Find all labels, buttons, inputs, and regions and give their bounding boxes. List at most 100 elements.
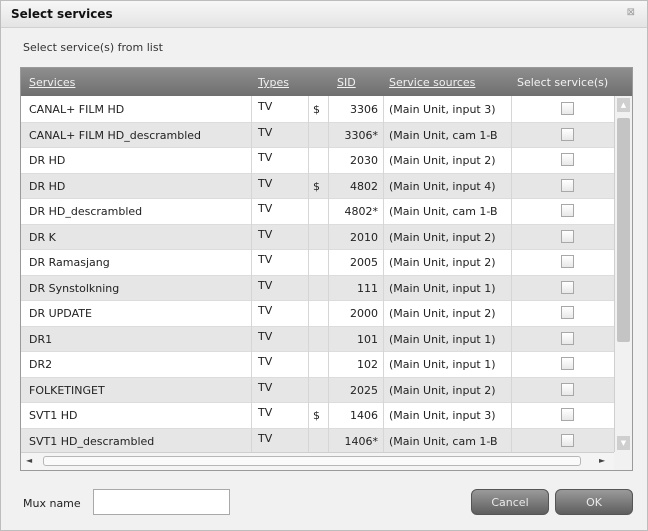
dialog-titlebar: Select services ⊠ xyxy=(1,1,647,28)
select-service-checkbox[interactable] xyxy=(561,153,574,166)
select-service-checkbox[interactable] xyxy=(561,408,574,421)
ok-button[interactable]: OK xyxy=(555,489,633,515)
select-services-dialog: Select services ⊠ Select service(s) from… xyxy=(0,0,648,531)
column-header-sources[interactable]: Service sources xyxy=(389,76,475,89)
scroll-right-icon[interactable]: ► xyxy=(599,456,605,465)
horizontal-scrollbar[interactable]: ◄ ► xyxy=(21,452,614,470)
vertical-scroll-thumb[interactable] xyxy=(617,118,630,342)
service-name-cell: DR UPDATE xyxy=(29,307,92,320)
vertical-scrollbar[interactable]: ▲ ▼ xyxy=(614,96,632,452)
select-service-checkbox[interactable] xyxy=(561,306,574,319)
sid-cell: 1406* xyxy=(344,434,379,448)
table-row[interactable]: DR HD TV 2030 (Main Unit, input 2) xyxy=(21,147,614,174)
table-row[interactable]: CANAL+ FILM HD TV $3306 (Main Unit, input 3… xyxy=(21,96,614,123)
table-row[interactable]: CANAL+ FILM HD_descrambled TV 3306* (Main U… xyxy=(21,121,614,148)
service-name-cell: DR Synstolkning xyxy=(29,281,120,295)
service-name-cell: FOLKETINGET xyxy=(29,383,105,397)
select-service-checkbox[interactable] xyxy=(561,178,574,192)
service-name-cell: CANAL+ FILM HD xyxy=(29,103,125,116)
service-source-cell: (Main Unit, input 2) xyxy=(389,256,496,269)
select-service-checkbox[interactable] xyxy=(561,357,574,370)
table-row[interactable]: DR Ramasjang TV 2005 (Main Unit, input 2) xyxy=(21,249,614,276)
select-service-checkbox[interactable] xyxy=(561,255,574,268)
type-cell: TV xyxy=(258,227,273,241)
horizontal-scroll-thumb[interactable] xyxy=(43,456,581,466)
service-source-cell: (Main Unit, input 3) xyxy=(389,103,496,116)
sid-cell: 111 xyxy=(357,281,378,295)
type-cell: TV xyxy=(258,278,273,292)
sid-cell: 1406 xyxy=(350,409,378,422)
type-cell: TV xyxy=(258,125,273,139)
table-row[interactable]: SVT1 HD_descrambled TV 1406* (Main Unit, ca… xyxy=(21,427,614,452)
table-row[interactable]: DR K TV 2010 (Main Unit, input 2) xyxy=(21,223,614,250)
select-service-checkbox[interactable] xyxy=(561,127,574,141)
grid-header: Services Types SID Service sources Selec… xyxy=(21,68,632,96)
dialog-subtitle: Select service(s) from list xyxy=(23,41,163,54)
column-header-services[interactable]: Services xyxy=(29,76,75,89)
service-source-cell: (Main Unit, input 1) xyxy=(389,332,496,346)
sid-cell: 2030 xyxy=(350,154,378,167)
scroll-up-icon[interactable]: ▲ xyxy=(617,98,630,112)
select-service-checkbox[interactable] xyxy=(561,204,574,217)
type-cell: TV xyxy=(258,304,273,317)
table-row[interactable]: DR1 TV 101 (Main Unit, input 1) xyxy=(21,325,614,352)
column-header-types[interactable]: Types xyxy=(258,76,289,89)
service-source-cell: (Main Unit, input 2) xyxy=(389,307,496,320)
sid-cell: 3306* xyxy=(344,128,379,142)
service-source-cell: (Main Unit, input 1) xyxy=(389,281,496,295)
table-row[interactable]: DR HD TV $4802 (Main Unit, input 4) xyxy=(21,172,614,199)
sid-cell: 3306 xyxy=(350,103,378,116)
service-source-cell: (Main Unit, input 2) xyxy=(389,383,496,397)
service-source-cell: (Main Unit, cam 1-B xyxy=(389,205,498,218)
select-service-checkbox[interactable] xyxy=(561,280,574,294)
select-service-checkbox[interactable] xyxy=(561,382,574,396)
select-service-checkbox[interactable] xyxy=(561,331,574,345)
table-row[interactable]: DR Synstolkning TV 111 (Main Unit, input 1) xyxy=(21,274,614,301)
service-name-cell: SVT1 HD xyxy=(29,409,78,422)
grid-rows: SVT1 HD_descrambled TV 1406* (Main Unit, ca… xyxy=(21,96,614,452)
type-cell: TV xyxy=(258,202,273,215)
sid-cell: 102 xyxy=(357,358,378,371)
table-row[interactable]: DR HD_descrambled TV 4802* (Main Unit, cam … xyxy=(21,198,614,225)
sid-cell: 101 xyxy=(357,332,378,346)
type-cell: TV xyxy=(258,380,273,394)
service-source-cell: (Main Unit, cam 1-B xyxy=(389,434,498,448)
mux-name-label: Mux name xyxy=(23,497,81,510)
cancel-button[interactable]: Cancel xyxy=(471,489,549,515)
column-header-sid[interactable]: SID xyxy=(337,76,356,89)
service-source-cell: (Main Unit, input 2) xyxy=(389,230,496,244)
sid-cell: 2000 xyxy=(350,307,378,320)
type-cell: TV xyxy=(258,329,273,343)
scroll-down-icon[interactable]: ▼ xyxy=(617,436,630,450)
table-row[interactable]: FOLKETINGET TV 2025 (Main Unit, input 2) xyxy=(21,376,614,403)
table-row[interactable]: DR UPDATE TV 2000 (Main Unit, input 2) xyxy=(21,300,614,327)
mux-name-input[interactable] xyxy=(93,489,230,515)
service-source-cell: (Main Unit, input 3) xyxy=(389,409,496,422)
scrambled-cell: $ xyxy=(313,409,320,422)
service-source-cell: (Main Unit, input 2) xyxy=(389,154,496,167)
sid-cell: 4802 xyxy=(350,179,378,193)
close-icon[interactable]: ⊠ xyxy=(627,7,635,18)
select-service-checkbox[interactable] xyxy=(561,102,574,115)
service-source-cell: (Main Unit, cam 1-B xyxy=(389,128,498,142)
table-row[interactable]: DR2 TV 102 (Main Unit, input 1) xyxy=(21,351,614,378)
sid-cell: 2005 xyxy=(350,256,378,269)
scrambled-cell: $ xyxy=(313,103,320,116)
scroll-left-icon[interactable]: ◄ xyxy=(26,456,32,465)
column-header-select[interactable]: Select service(s) xyxy=(517,76,608,89)
scrambled-cell: $ xyxy=(313,179,320,193)
scroll-corner xyxy=(614,452,632,470)
service-name-cell: DR2 xyxy=(29,358,53,371)
sid-cell: 2025 xyxy=(350,383,378,397)
service-source-cell: (Main Unit, input 4) xyxy=(389,179,496,193)
type-cell: TV xyxy=(258,431,273,445)
type-cell: TV xyxy=(258,151,273,164)
type-cell: TV xyxy=(258,176,273,190)
select-service-checkbox[interactable] xyxy=(561,229,574,243)
table-row[interactable]: SVT1 HD TV $1406 (Main Unit, input 3) xyxy=(21,402,614,429)
select-service-checkbox[interactable] xyxy=(561,433,574,447)
dialog-title: Select services xyxy=(11,7,113,21)
service-name-cell: DR HD_descrambled xyxy=(29,205,143,218)
sid-cell: 2010 xyxy=(350,230,378,244)
service-name-cell: DR1 xyxy=(29,332,53,346)
